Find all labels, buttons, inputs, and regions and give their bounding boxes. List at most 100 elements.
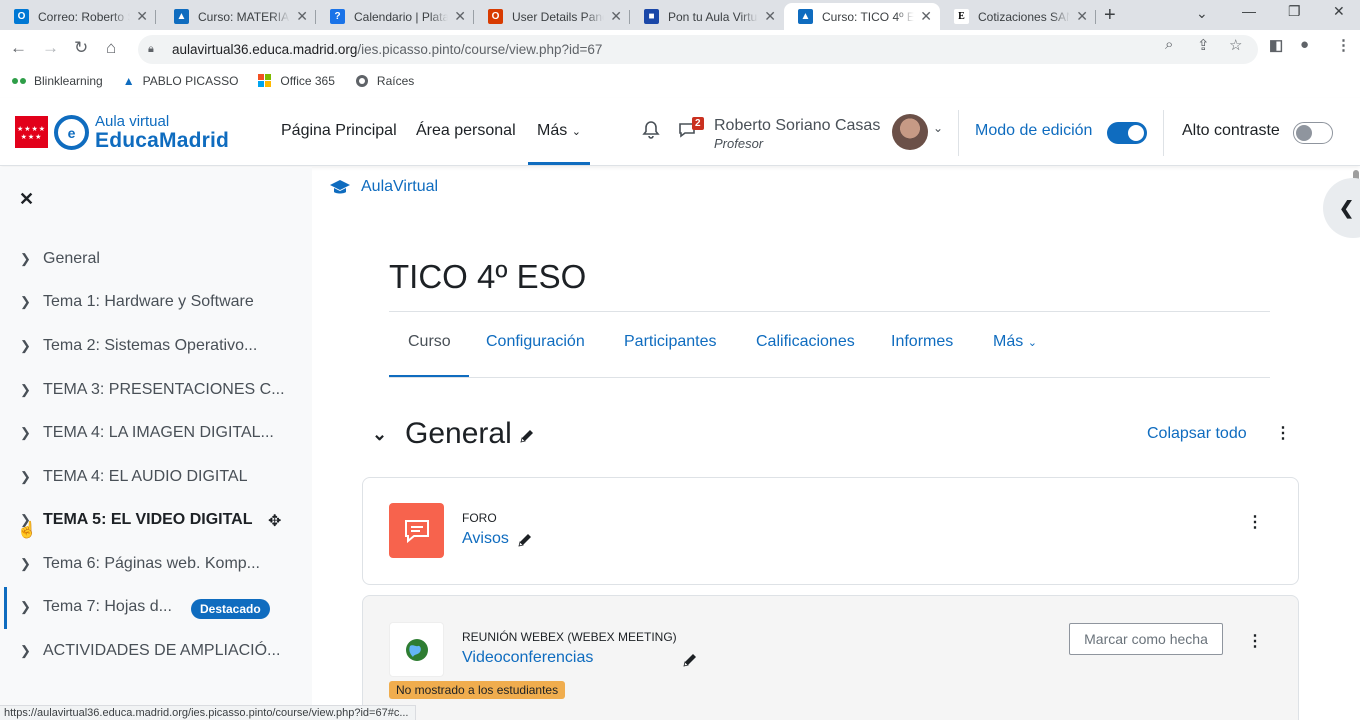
chevron-right-icon[interactable]: ❯ <box>20 294 31 310</box>
zoom-icon[interactable]: ⌕ <box>1165 36 1173 53</box>
close-tab-icon[interactable]: ✕ <box>920 8 932 25</box>
browser-tab[interactable]: E Cotizaciones SAN ✕ <box>940 3 1096 30</box>
tab-grades[interactable]: Calificaciones <box>756 333 855 351</box>
section-menu-icon[interactable]: ⋮ <box>1275 423 1291 443</box>
browser-tab[interactable]: ▲ Curso: MATERIALES ✕ <box>160 3 316 30</box>
course-index-label[interactable]: Tema 1: Hardware y Software <box>43 293 254 311</box>
chevron-right-icon[interactable]: ❯ <box>20 338 31 354</box>
side-panel-icon[interactable]: ◧ <box>1269 36 1283 54</box>
edit-pencil-icon[interactable] <box>682 652 698 673</box>
activity-menu-icon[interactable]: ⋮ <box>1247 512 1263 532</box>
chevron-right-icon[interactable]: ❯ <box>20 599 31 615</box>
tab-reports[interactable]: Informes <box>891 333 953 351</box>
edit-pencil-icon[interactable] <box>519 428 535 449</box>
close-tab-icon[interactable]: ✕ <box>764 8 776 25</box>
close-tab-icon[interactable]: ✕ <box>1076 8 1088 25</box>
webex-icon[interactable] <box>389 622 444 677</box>
chevron-right-icon[interactable]: ❯ <box>20 556 31 572</box>
course-index-label[interactable]: TEMA 5: EL VIDEO DIGITAL <box>43 511 253 529</box>
course-index-item[interactable]: ❯ TEMA 5: EL VIDEO DIGITAL ✥ <box>0 506 312 536</box>
close-tab-icon[interactable]: ✕ <box>610 8 622 25</box>
browser-tab[interactable]: O User Details Panel ✕ <box>474 3 630 30</box>
bookmark-raices[interactable]: Raíces <box>355 74 414 88</box>
close-window-icon[interactable]: ✕ <box>1333 3 1345 20</box>
course-index-label[interactable]: TEMA 4: LA IMAGEN DIGITAL... <box>43 424 274 442</box>
back-icon[interactable]: ← <box>10 38 27 58</box>
chevron-right-icon[interactable]: ❯ <box>20 425 31 441</box>
open-block-drawer-icon[interactable]: ❮ <box>1323 178 1360 238</box>
course-index-label[interactable]: Tema 2: Sistemas Operativo... <box>43 337 257 355</box>
tab-label: Curso: MATERIALES <box>198 9 290 24</box>
educamadrid-logo-icon[interactable]: e <box>54 115 89 150</box>
forum-icon[interactable] <box>389 503 444 558</box>
user-menu-chevron-icon[interactable]: ⌄ <box>933 121 943 135</box>
course-index-item[interactable]: ❯ TEMA 4: LA IMAGEN DIGITAL... <box>0 419 312 449</box>
tab-settings[interactable]: Configuración <box>486 333 585 351</box>
course-index-label[interactable]: General <box>43 250 100 268</box>
course-index-item[interactable]: ❯ TEMA 3: PRESENTACIONES C... <box>0 376 312 406</box>
course-index-item[interactable]: ❯ General <box>0 245 312 275</box>
profile-icon[interactable]: ● <box>1300 36 1309 53</box>
move-icon[interactable]: ✥ <box>268 511 281 531</box>
chevron-right-icon[interactable]: ❯ <box>20 469 31 485</box>
share-icon[interactable]: ⇪ <box>1197 36 1210 54</box>
course-index-label[interactable]: Tema 6: Páginas web. Komp... <box>43 555 260 573</box>
course-index-item[interactable]: ❯ Tema 2: Sistemas Operativo... <box>0 332 312 362</box>
breadcrumb[interactable]: AulaVirtual <box>361 178 438 196</box>
course-index-item[interactable]: ❯ Tema 6: Páginas web. Komp... <box>0 550 312 580</box>
tab-search-icon[interactable]: ⌄ <box>1196 5 1208 22</box>
bookmark-pablo-picasso[interactable]: ▲ PABLO PICASSO <box>123 74 239 88</box>
mark-as-done-button[interactable]: Marcar como hecha <box>1069 623 1223 655</box>
edit-mode-toggle[interactable] <box>1107 122 1147 144</box>
course-index-item-current[interactable]: ❯ Tema 7: Hojas d... Destacado <box>0 587 312 629</box>
browser-tab[interactable]: ■ Pon tu Aula Virtual ✕ <box>630 3 784 30</box>
avatar[interactable] <box>892 114 928 150</box>
bookmark-star-icon[interactable]: ☆ <box>1229 36 1242 54</box>
browser-tab[interactable]: ? Calendario | Plataforma ✕ <box>316 3 474 30</box>
activity-name[interactable]: Videoconferencias <box>462 649 593 667</box>
lock-icon[interactable]: 🔒︎ <box>148 43 162 56</box>
bookmark-office-365[interactable]: Office 365 <box>258 74 335 88</box>
tab-participants[interactable]: Participantes <box>624 333 717 351</box>
close-tab-icon[interactable]: ✕ <box>136 8 148 25</box>
chevron-right-icon[interactable]: ❯ <box>20 643 31 659</box>
high-contrast-toggle[interactable] <box>1293 122 1333 144</box>
course-index-item[interactable]: ❯ Tema 1: Hardware y Software <box>0 288 312 318</box>
new-tab-icon[interactable]: + <box>1104 4 1116 27</box>
course-index-label[interactable]: TEMA 3: PRESENTACIONES C... <box>43 381 285 399</box>
collapse-section-chevron-icon[interactable]: ⌄ <box>372 424 387 445</box>
close-icon[interactable]: ✕ <box>19 189 34 210</box>
user-name[interactable]: Roberto Soriano Casas <box>714 117 880 135</box>
nav-home[interactable]: Página Principal <box>281 122 397 140</box>
browser-tab-active[interactable]: ▲ Curso: TICO 4º ESO ✕ <box>784 3 940 30</box>
restore-icon[interactable]: ❐ <box>1288 3 1301 20</box>
browser-menu-icon[interactable]: ⋮ <box>1336 36 1351 54</box>
bell-icon[interactable] <box>641 120 661 145</box>
course-index-item[interactable]: ❯ TEMA 4: EL AUDIO DIGITAL <box>0 463 312 493</box>
course-index-label[interactable]: ACTIVIDADES DE AMPLIACIÓ... <box>43 642 280 660</box>
home-icon[interactable]: ⌂ <box>106 38 116 58</box>
forward-icon[interactable]: → <box>42 38 59 58</box>
course-index-item[interactable]: ❯ ACTIVIDADES DE AMPLIACIÓ... <box>0 637 312 667</box>
reload-icon[interactable]: ↻ <box>74 38 88 58</box>
close-tab-icon[interactable]: ✕ <box>454 8 466 25</box>
nav-more[interactable]: Más ⌄ <box>537 122 581 140</box>
nav-dashboard[interactable]: Área personal <box>416 122 516 140</box>
course-index-label[interactable]: TEMA 4: EL AUDIO DIGITAL <box>43 468 248 486</box>
high-contrast-label: Alto contraste <box>1182 122 1280 139</box>
address-bar[interactable]: 🔒︎ aulavirtual36.educa.madrid.org/ies.pi… <box>138 35 1258 64</box>
tab-more[interactable]: Más ⌄ <box>993 333 1037 351</box>
close-tab-icon[interactable]: ✕ <box>296 8 308 25</box>
edit-pencil-icon[interactable] <box>517 532 533 553</box>
bookmark-blinklearning[interactable]: Blinklearning <box>12 74 103 88</box>
chevron-right-icon[interactable]: ❯ <box>20 251 31 267</box>
activity-name[interactable]: Avisos <box>462 530 509 548</box>
browser-tab[interactable]: O Correo: Roberto Soriano ✕ <box>0 3 156 30</box>
collapse-all-link[interactable]: Colapsar todo <box>1147 425 1247 443</box>
activity-menu-icon[interactable]: ⋮ <box>1247 631 1263 651</box>
course-index-label[interactable]: Tema 7: Hojas d... <box>43 598 172 616</box>
minimize-icon[interactable]: — <box>1242 3 1256 19</box>
tab-course[interactable]: Curso <box>408 333 451 351</box>
expansion-icon: E <box>954 9 969 24</box>
chevron-right-icon[interactable]: ❯ <box>20 382 31 398</box>
